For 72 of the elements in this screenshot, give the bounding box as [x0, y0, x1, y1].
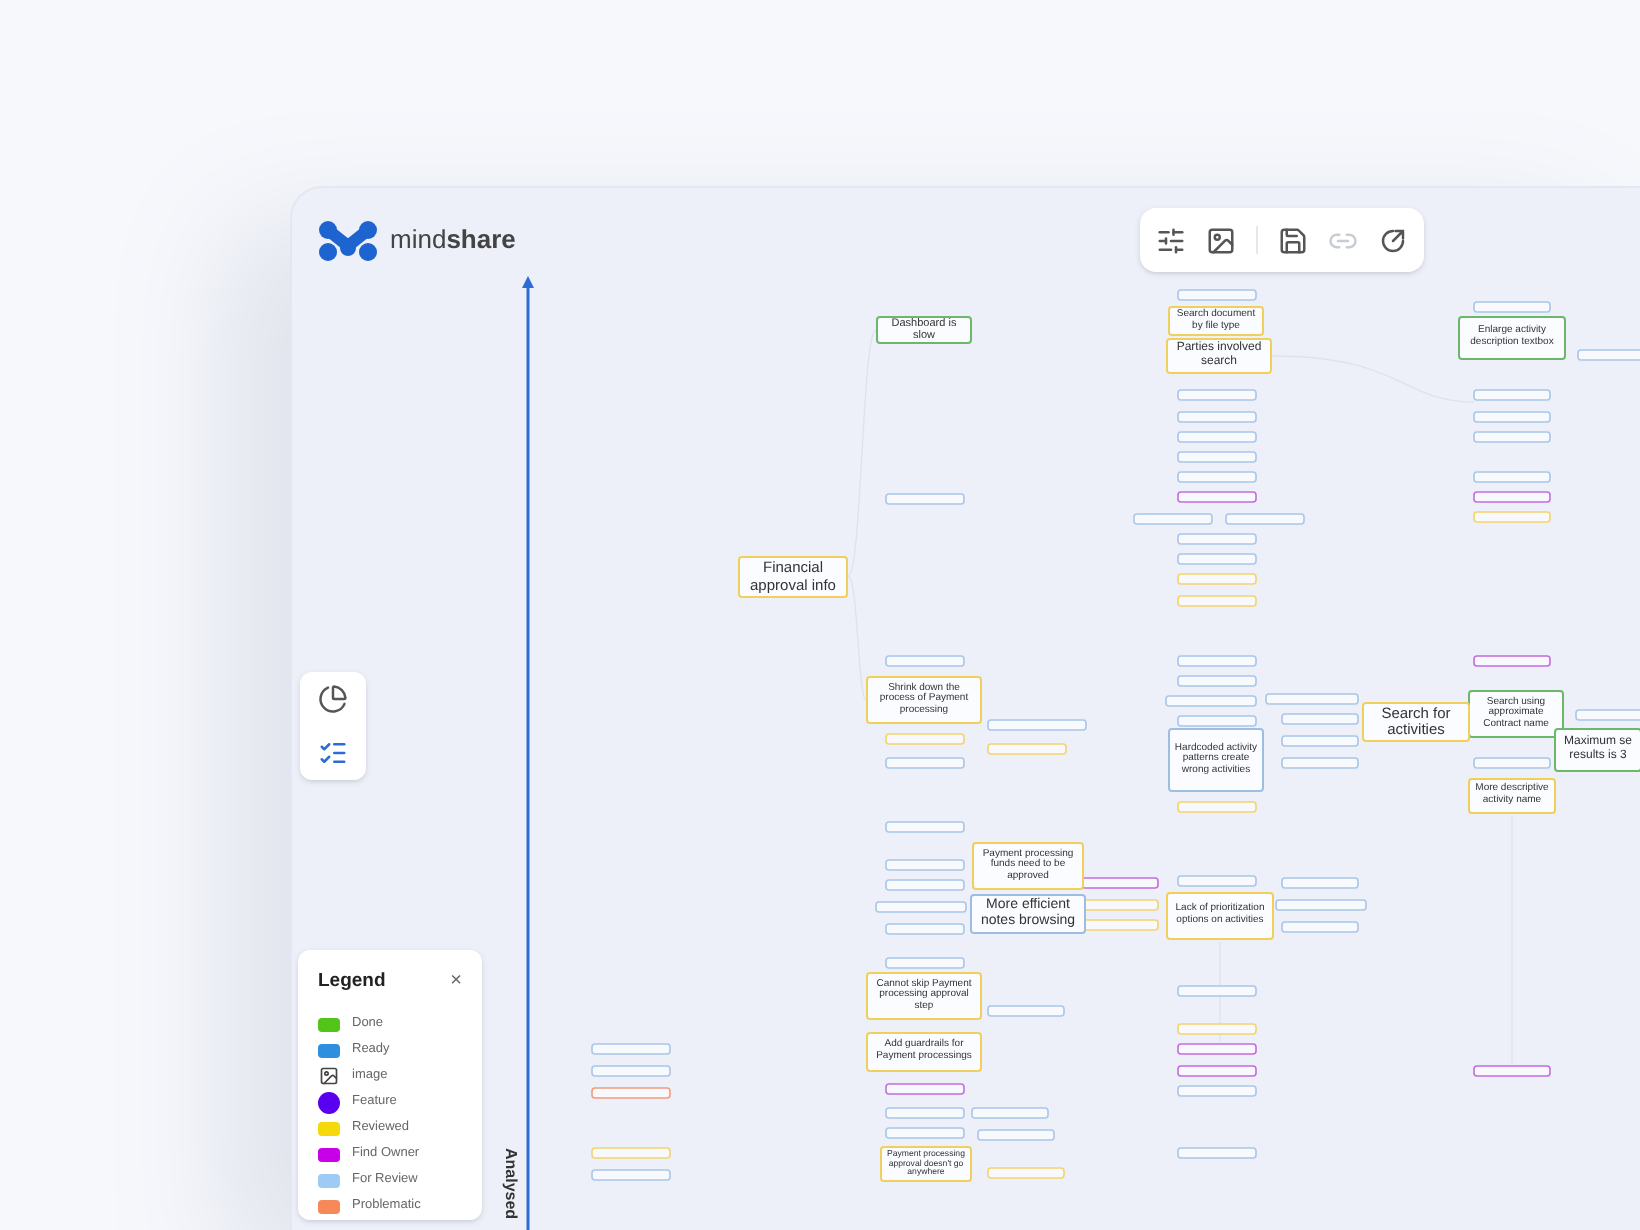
minor-node[interactable] [885, 1127, 965, 1139]
chart-icon[interactable] [318, 684, 348, 714]
list-icon[interactable] [318, 738, 348, 768]
minor-node[interactable] [1473, 471, 1551, 483]
minor-node[interactable] [1177, 451, 1257, 463]
minor-node[interactable] [1177, 389, 1257, 401]
minor-node[interactable] [591, 1065, 671, 1077]
minor-node[interactable] [1177, 471, 1257, 483]
minor-node[interactable] [1177, 1147, 1257, 1159]
minor-node[interactable] [1081, 877, 1159, 889]
minor-node[interactable] [1177, 655, 1257, 667]
minor-node[interactable] [885, 879, 965, 891]
legend-title: Legend [318, 968, 386, 996]
minor-node[interactable] [1177, 533, 1257, 545]
minor-node[interactable] [1473, 491, 1551, 503]
minor-node[interactable] [1281, 877, 1359, 889]
minor-node[interactable] [1577, 349, 1640, 361]
minor-node[interactable] [1177, 431, 1257, 443]
minor-node[interactable] [885, 493, 965, 505]
minor-node[interactable] [1177, 1065, 1257, 1077]
minor-node[interactable] [1473, 655, 1551, 667]
minor-node[interactable] [977, 1129, 1055, 1141]
minor-node[interactable] [1473, 757, 1551, 769]
minor-node[interactable] [1265, 693, 1359, 705]
minor-node[interactable] [971, 1107, 1049, 1119]
minor-node[interactable] [885, 821, 965, 833]
minor-node[interactable] [885, 923, 965, 935]
image-icon[interactable] [1206, 225, 1236, 255]
minor-node[interactable] [1133, 513, 1213, 525]
minor-node[interactable] [987, 1005, 1065, 1017]
minor-node[interactable] [1473, 431, 1551, 443]
minor-node[interactable] [591, 1087, 671, 1099]
minor-node[interactable] [1177, 491, 1257, 503]
minor-node[interactable] [885, 859, 965, 871]
minor-node[interactable] [1177, 875, 1257, 887]
minor-node[interactable] [987, 719, 1087, 731]
minor-node[interactable] [1575, 709, 1640, 721]
minor-node[interactable] [1177, 289, 1257, 301]
share-icon[interactable] [1378, 225, 1408, 255]
axis-label: Analysed [500, 1148, 522, 1220]
minor-node[interactable] [1177, 675, 1257, 687]
minor-node[interactable] [1177, 553, 1257, 565]
minor-node[interactable] [1473, 301, 1551, 313]
minor-node[interactable] [1177, 411, 1257, 423]
minor-node[interactable] [1281, 735, 1359, 747]
minor-node[interactable] [885, 1083, 965, 1095]
minor-node[interactable] [875, 901, 967, 913]
minor-node[interactable] [1281, 713, 1359, 725]
save-icon[interactable] [1278, 225, 1308, 255]
minor-node[interactable] [1177, 985, 1257, 997]
minor-node[interactable] [591, 1169, 671, 1181]
minor-node[interactable] [885, 957, 965, 969]
minor-node[interactable] [1177, 715, 1257, 727]
minor-node[interactable] [1473, 1065, 1551, 1077]
minor-node[interactable] [1473, 389, 1551, 401]
minor-node[interactable] [1473, 411, 1551, 423]
minor-node[interactable] [1275, 899, 1367, 911]
minor-node[interactable] [1225, 513, 1305, 525]
logo-text: mindshare [390, 222, 516, 259]
minor-node[interactable] [885, 757, 965, 769]
minor-node[interactable] [885, 655, 965, 667]
logo-icon [318, 218, 378, 262]
minor-node[interactable] [885, 1107, 965, 1119]
minor-node[interactable] [1281, 757, 1359, 769]
minor-node[interactable] [591, 1043, 671, 1055]
image-icon [318, 1066, 340, 1087]
sliders-icon[interactable] [1156, 225, 1186, 255]
close-button[interactable]: × [450, 972, 462, 993]
minor-node[interactable] [1281, 921, 1359, 933]
minor-node[interactable] [1165, 695, 1257, 707]
minor-node[interactable] [1177, 1043, 1257, 1055]
minor-node[interactable] [1177, 1085, 1257, 1097]
